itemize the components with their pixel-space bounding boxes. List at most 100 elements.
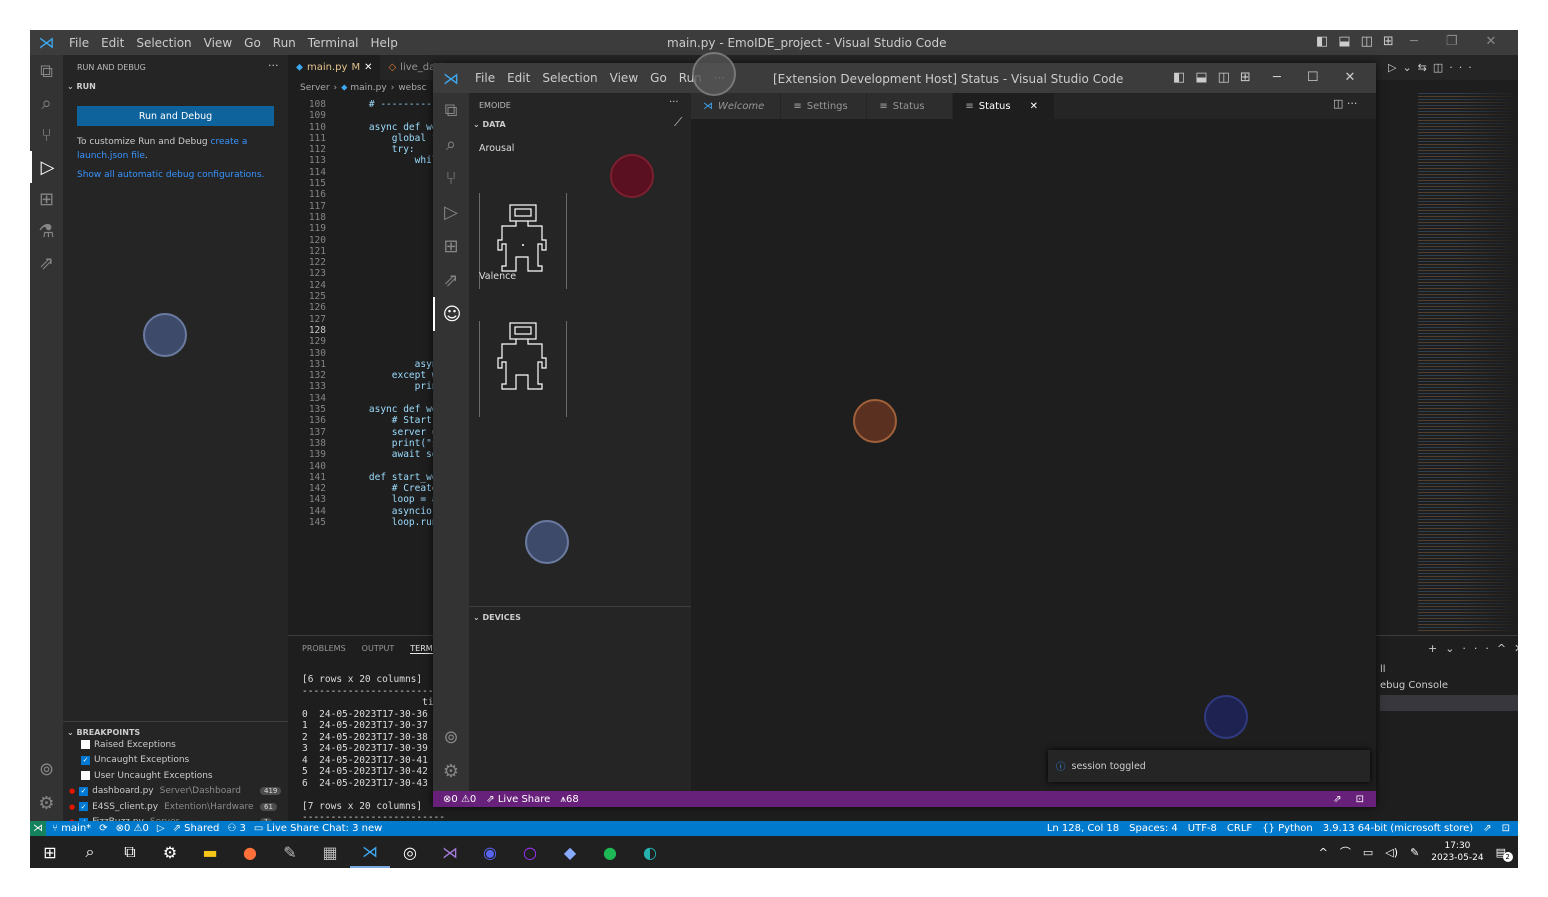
notifications-bell-icon[interactable]: ⊡ (1502, 823, 1510, 834)
extensions-icon[interactable]: ⊞ (433, 229, 469, 263)
breadcrumb-symbol[interactable]: websc (398, 83, 426, 93)
menu-selection[interactable]: Selection (130, 36, 197, 50)
chart-icon[interactable]: ⟋ (674, 115, 682, 130)
sync-icon[interactable]: ⟳ (99, 823, 107, 834)
branch-status[interactable]: ⑂ main* (52, 823, 91, 834)
accounts-icon[interactable]: ⊚ (30, 753, 63, 785)
encoding[interactable]: UTF-8 (1188, 823, 1217, 834)
more-actions-icon[interactable]: ··· (669, 97, 679, 108)
minimap[interactable] (1418, 93, 1518, 633)
menu-file[interactable]: File (63, 36, 95, 50)
notification-toast[interactable]: ⓘ session toggled (1048, 750, 1370, 782)
python-interpreter[interactable]: 3.9.13 64-bit (microsoft store) (1323, 823, 1473, 834)
inner-menu-item-3[interactable]: View (604, 71, 644, 85)
windows-start-icon[interactable]: ⊞ (30, 836, 70, 868)
language-mode[interactable]: {} Python (1262, 823, 1313, 834)
run-debug-icon[interactable]: ▷ (30, 151, 63, 183)
inner-menu-item-2[interactable]: Selection (536, 71, 603, 85)
menu-edit[interactable]: Edit (95, 36, 130, 50)
tray-overflow-icon[interactable]: ^ (1319, 846, 1328, 859)
explorer-icon[interactable]: ⧉ (30, 55, 63, 87)
extensions-icon[interactable]: ⊞ (30, 183, 63, 215)
volume-icon[interactable]: ◁) (1385, 846, 1398, 859)
minimize-icon[interactable]: ─ (1410, 34, 1418, 49)
live-share-icon[interactable]: ⇗ (433, 263, 469, 297)
panel-tab-0[interactable]: PROBLEMS (302, 644, 346, 654)
participants-status[interactable]: ⚇ 3 (227, 823, 246, 834)
source-control-icon[interactable]: ⑂ (433, 161, 469, 195)
toggle-sidebar-icon[interactable]: ◧ (1316, 34, 1328, 49)
firefox-icon[interactable]: ● (230, 836, 270, 868)
breakpoint-checkbox[interactable]: ✓ (79, 786, 89, 796)
tab-close-icon[interactable]: ✕ (364, 62, 372, 73)
terminal-list-item-1[interactable]: ll (1380, 664, 1386, 675)
run-section-header[interactable]: ⌄ RUN (67, 82, 96, 91)
search-icon[interactable]: ⌕ (70, 836, 110, 868)
terminal-output[interactable]: [6 rows x 20 columns] -------------------… (302, 674, 445, 835)
restore-icon[interactable]: ❐ (1446, 34, 1458, 49)
devices-section-header[interactable]: ⌄ DEVICES (469, 606, 691, 628)
manage-gear-icon[interactable]: ⚙ (433, 755, 469, 787)
breakpoint-checkbox[interactable]: ✓ (81, 755, 90, 765)
app-icon[interactable]: ◆ (550, 836, 590, 868)
remote-indicator[interactable]: ⋊ (30, 821, 46, 836)
panel-tab-1[interactable]: OUTPUT (362, 644, 395, 654)
discord-icon[interactable]: ◉ (470, 836, 510, 868)
menu-go[interactable]: Go (238, 36, 267, 50)
breakpoint-checkbox[interactable]: ✓ (79, 802, 89, 812)
search-icon[interactable]: ⌕ (433, 127, 469, 161)
explorer-icon[interactable]: ⧉ (433, 93, 469, 127)
problems-status[interactable]: ⊗0 ⚠0 (116, 823, 149, 834)
breakpoint-exception-row[interactable]: Raised Exceptions (63, 737, 288, 753)
minimize-icon[interactable]: ─ (1273, 70, 1281, 85)
problems-status[interactable]: ⊗0 ⚠0 (443, 794, 476, 805)
manage-gear-icon[interactable]: ⚙ (30, 787, 63, 819)
clock[interactable]: 17:30 2023-05-24 (1431, 840, 1483, 864)
more-actions-icon[interactable]: ··· (268, 59, 279, 72)
tab-welcome-0[interactable]: ⋊ Welcome (691, 93, 782, 119)
feedback-icon[interactable]: ⇗ (1333, 794, 1341, 805)
spotify-icon[interactable]: ● (590, 836, 630, 868)
breakpoint-file-row[interactable]: ● ✓ E4SS_client.py Extention\Hardware 61 (63, 799, 288, 815)
visual-studio-icon[interactable]: ⋊ (430, 836, 470, 868)
tab-close-icon[interactable]: ✕ (1030, 101, 1038, 112)
paint-icon[interactable]: ✎ (270, 836, 310, 868)
live-share-chat-status[interactable]: ▭ Live Share Chat: 3 new (254, 823, 382, 834)
run-and-debug-button[interactable]: Run and Debug (77, 106, 274, 126)
settings-icon[interactable]: ⚙ (150, 836, 190, 868)
breakpoint-exception-row[interactable]: User Uncaught Exceptions (63, 768, 288, 784)
notification-center-icon[interactable]: ▤ 2 (1496, 846, 1513, 862)
maximize-icon[interactable]: ☐ (1307, 70, 1319, 85)
vscode-taskbar-icon[interactable]: ⋊ (350, 836, 390, 868)
file-explorer-icon[interactable]: ▬ (190, 836, 230, 868)
toggle-panel-icon[interactable]: ⬓ (1195, 70, 1207, 85)
testing-icon[interactable]: ⚗ (30, 215, 63, 247)
menu-run[interactable]: Run (267, 36, 302, 50)
menu-view[interactable]: View (198, 36, 238, 50)
debug-status[interactable]: ▷ (157, 823, 165, 834)
line-ending[interactable]: CRLF (1227, 823, 1252, 834)
breadcrumb-folder[interactable]: Server (300, 83, 330, 93)
tab-settings-1[interactable]: ≡ Settings (781, 93, 868, 119)
inner-menu-item-0[interactable]: File (469, 71, 501, 85)
terminal-list-item-2[interactable]: ebug Console (1380, 680, 1448, 691)
data-section-header[interactable]: ⌄ DATA (469, 120, 691, 129)
menu-help[interactable]: Help (365, 36, 404, 50)
tab-status-2[interactable]: ≡ Status (867, 93, 954, 119)
feedback-icon[interactable]: ⇗ (1483, 823, 1491, 834)
tab-main-py[interactable]: ⬥ main.py M ✕ (288, 55, 381, 80)
inner-menu-item-4[interactable]: Go (644, 71, 673, 85)
indentation[interactable]: Spaces: 4 (1129, 823, 1178, 834)
show-all-configurations-link[interactable]: Show all automatic debug configurations. (77, 170, 264, 180)
breakpoint-file-row[interactable]: ● ✓ dashboard.py Server\Dashboard 419 (63, 784, 288, 800)
task-view-icon[interactable]: ⧉ (110, 836, 150, 868)
inner-menu-item-1[interactable]: Edit (501, 71, 536, 85)
customize-layout-icon[interactable]: ⊞ (1383, 34, 1394, 49)
opera-icon[interactable]: ○ (510, 836, 550, 868)
tab-status-3[interactable]: ≡ Status ✕ (953, 93, 1055, 119)
edge-icon[interactable]: ◐ (630, 836, 670, 868)
toggle-sidebar-icon[interactable]: ◧ (1173, 70, 1185, 85)
wifi-icon[interactable]: ⌒ (1340, 844, 1351, 860)
calculator-icon[interactable]: ▦ (310, 836, 350, 868)
search-icon[interactable]: ⌕ (30, 87, 63, 119)
